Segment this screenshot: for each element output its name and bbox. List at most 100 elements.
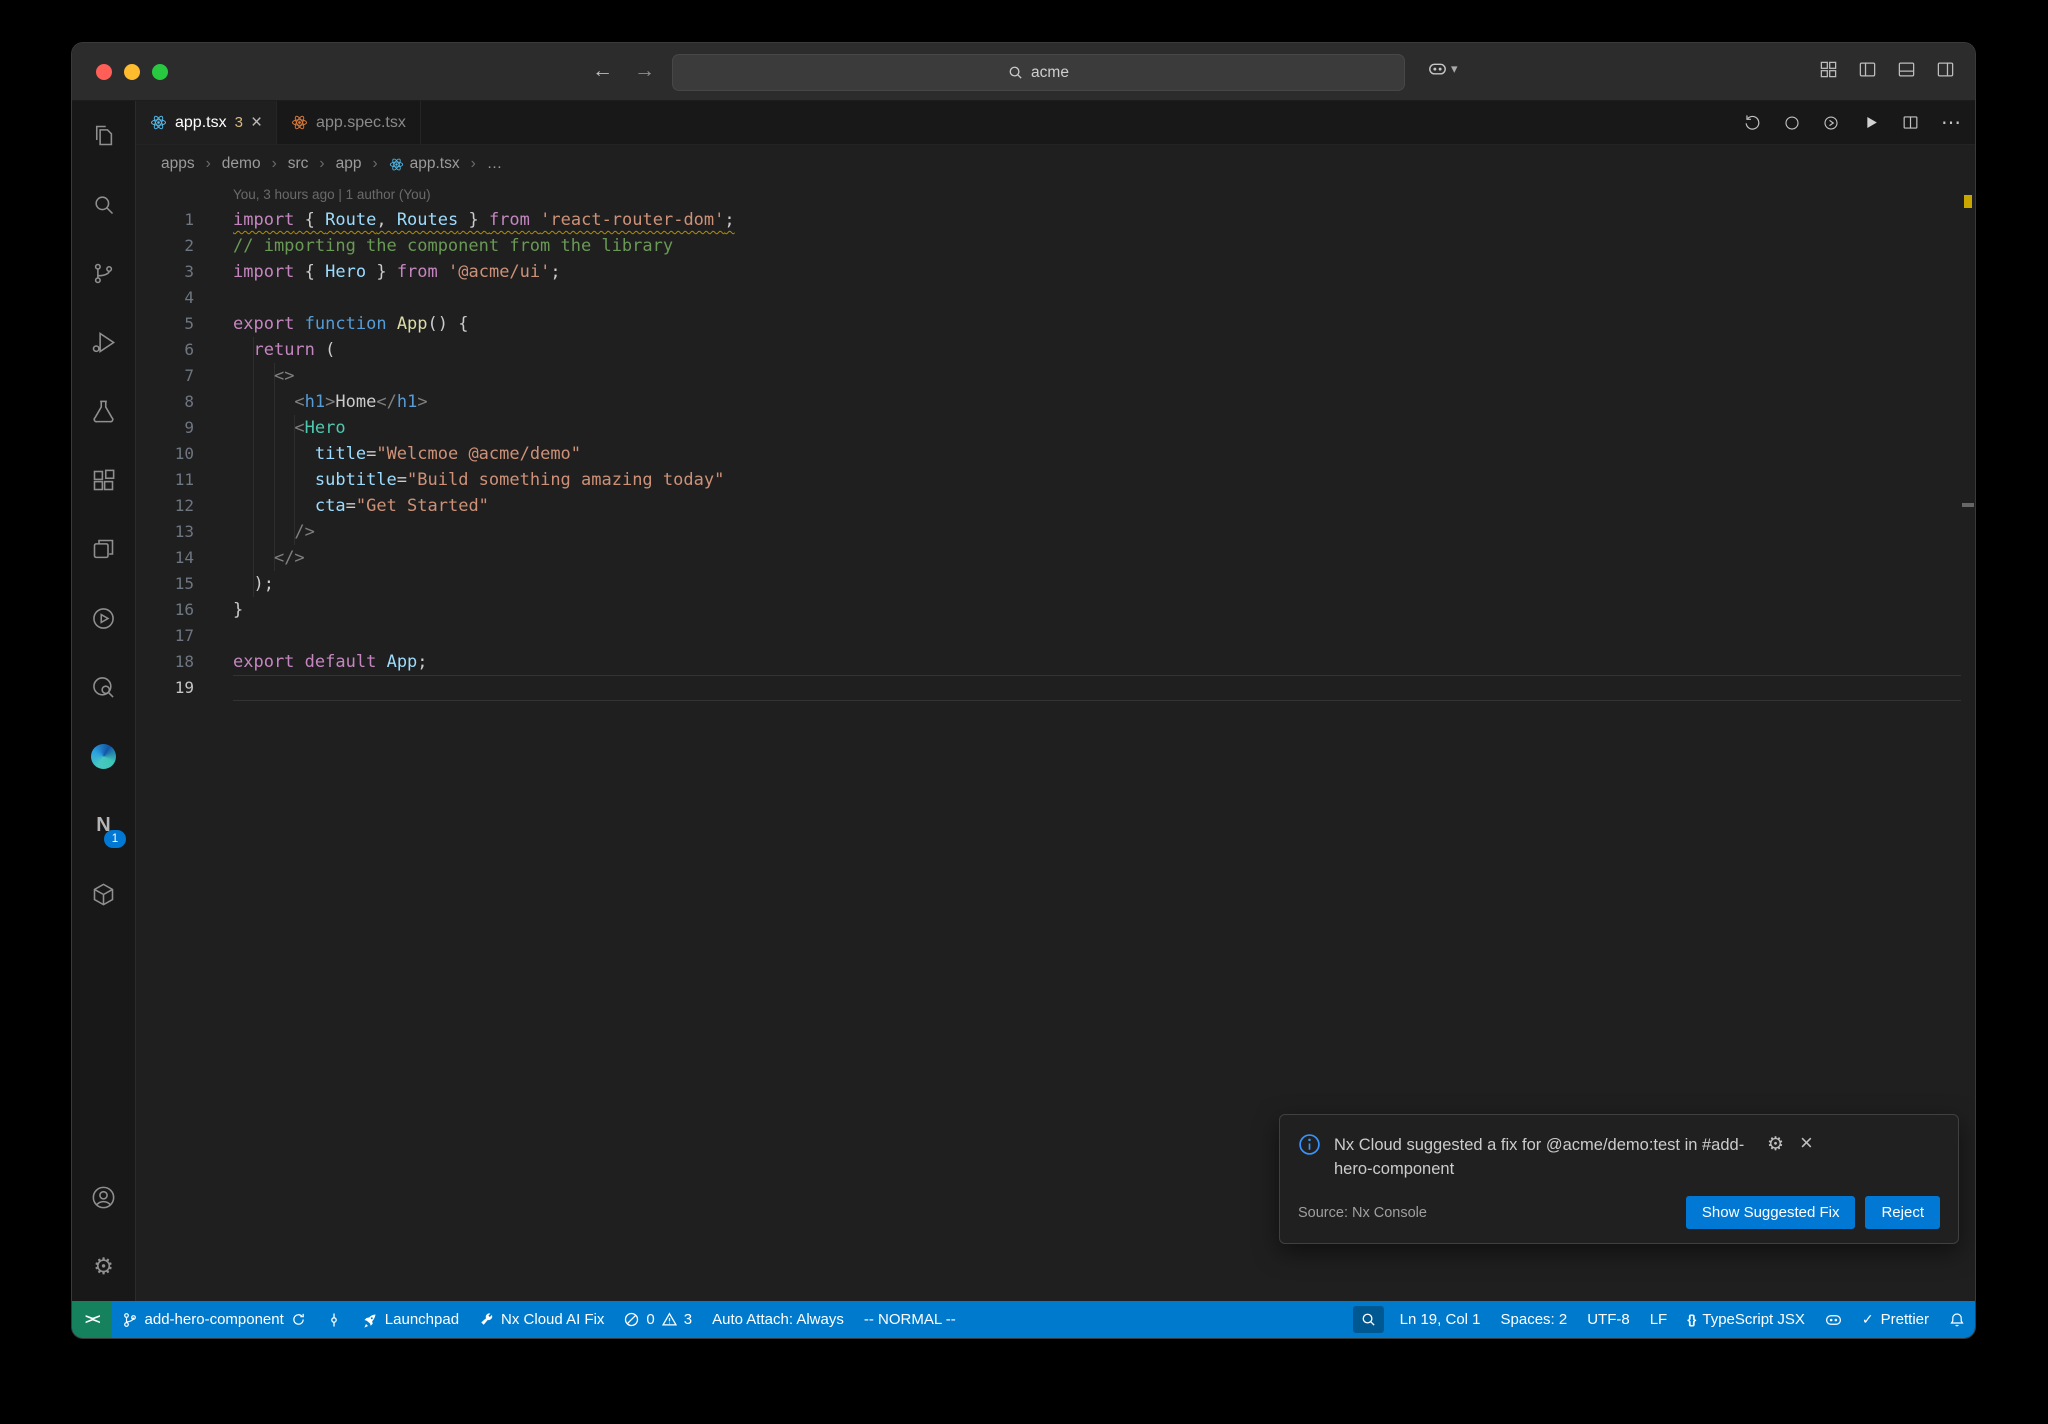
code-line[interactable]: 17 (136, 623, 1975, 649)
tab-app-tsx[interactable]: app.tsx 3 (136, 101, 278, 144)
sidebar-item-testing[interactable] (72, 377, 135, 446)
explorer-icon (95, 125, 113, 146)
launchpad-status-item[interactable]: Launchpad (352, 1301, 469, 1338)
error-count: 0 (646, 1311, 655, 1328)
code-text: import { Route, Routes } from 'react-rou… (233, 210, 735, 230)
eol-status-item[interactable]: LF (1640, 1301, 1678, 1338)
toggle-secondary-sidebar-icon[interactable] (1936, 60, 1955, 79)
sidebar-item-extensions[interactable] (72, 446, 135, 515)
notification-source: Source: Nx Console (1298, 1204, 1427, 1221)
code-line[interactable]: 4 (136, 285, 1975, 311)
sidebar-item-remote-explorer[interactable] (72, 515, 135, 584)
encoding-status-item[interactable]: UTF-8 (1577, 1301, 1640, 1338)
code-line[interactable]: 6 return ( (136, 337, 1975, 363)
code-line[interactable]: 7 <> (136, 363, 1975, 389)
code-line[interactable]: 5 export function App() { (136, 311, 1975, 337)
vim-mode-status-item[interactable]: -- NORMAL -- (854, 1301, 966, 1338)
copilot-menu[interactable] (1428, 59, 1458, 78)
show-suggested-fix-button[interactable]: Show Suggested Fix (1685, 1196, 1856, 1229)
code-text: cta="Get Started" (314, 496, 489, 516)
code-line[interactable]: 14 </> (136, 545, 1975, 571)
sidebar-item-explorer[interactable] (72, 101, 135, 170)
sidebar-item-nx-console[interactable]: N 1 (72, 791, 135, 860)
line-number: 14 (174, 548, 194, 567)
sidebar-item-account[interactable] (72, 1163, 135, 1232)
navigate-forward-icon[interactable] (634, 57, 655, 85)
remote-indicator[interactable] (72, 1301, 112, 1338)
line-number: 3 (184, 262, 194, 281)
sidebar-item-edge-tools[interactable] (72, 722, 135, 791)
language-mode-status-item[interactable]: TypeScript JSX (1677, 1301, 1815, 1338)
code-line[interactable]: 15 ); (136, 571, 1975, 597)
react-file-icon (389, 158, 403, 170)
breadcrumb-item[interactable]: src (288, 155, 309, 173)
reject-button[interactable]: Reject (1865, 1196, 1940, 1229)
code-line[interactable]: 19 (136, 675, 1975, 701)
code-line[interactable]: 3 import { Hero } from '@acme/ui'; (136, 259, 1975, 285)
breadcrumb-item[interactable]: apps (161, 155, 195, 173)
sidebar-item-inspect[interactable] (72, 653, 135, 722)
breadcrumb-file[interactable]: app.tsx (389, 155, 460, 173)
code-line[interactable]: 8 <h1>Home</h1> (136, 389, 1975, 415)
rocket-icon (364, 1314, 376, 1328)
breadcrumb-item[interactable]: demo (222, 155, 261, 173)
customize-layout-icon[interactable] (1819, 60, 1838, 79)
split-editor-icon[interactable] (1901, 113, 1920, 132)
line-number: 7 (184, 366, 194, 385)
toggle-primary-sidebar-icon[interactable] (1858, 60, 1877, 79)
code-line[interactable]: 1 import { Route, Routes } from 'react-ro… (136, 207, 1975, 233)
code-line[interactable]: 11 subtitle="Build something amazing tod… (136, 467, 1975, 493)
sidebar-item-run-circle[interactable] (72, 584, 135, 653)
code-line[interactable]: 9 <Hero (136, 415, 1975, 441)
circle-arrow-icon[interactable] (1822, 114, 1840, 132)
branch-status-item[interactable]: add-hero-component (112, 1301, 316, 1338)
close-tab-icon[interactable] (251, 112, 262, 134)
titlebar: acme (72, 43, 1975, 101)
zoom-window-button[interactable] (152, 64, 168, 80)
notification-settings-icon[interactable] (1767, 1133, 1784, 1156)
sidebar-item-settings[interactable] (72, 1232, 135, 1301)
nx-cloud-fix-status-item[interactable]: Nx Cloud AI Fix (469, 1301, 614, 1338)
indentation-status-item[interactable]: Spaces: 2 (1491, 1301, 1578, 1338)
extensions-icon (93, 469, 115, 491)
zoom-status-item[interactable] (1352, 1306, 1384, 1333)
circle-outline-icon[interactable] (1783, 114, 1801, 132)
code-lines: 1 import { Route, Routes } from 'react-ro… (136, 207, 1975, 701)
code-line[interactable]: 13 /> (136, 519, 1975, 545)
more-actions-icon[interactable] (1941, 110, 1961, 135)
toggle-panel-icon[interactable] (1897, 60, 1916, 79)
code-line[interactable]: 18 export default App; (136, 649, 1975, 675)
gitlens-status-item[interactable] (316, 1301, 352, 1338)
breadcrumb-item[interactable]: app (336, 155, 362, 173)
nx-badge: 1 (104, 830, 126, 848)
code-line[interactable]: 12 cta="Get Started" (136, 493, 1975, 519)
minimize-window-button[interactable] (124, 64, 140, 80)
undo-last-icon[interactable] (1743, 113, 1762, 132)
navigate-back-icon[interactable] (592, 57, 613, 85)
code-line[interactable]: 2 // importing the component from the lib… (136, 233, 1975, 259)
cursor-position-status-item[interactable]: Ln 19, Col 1 (1390, 1301, 1491, 1338)
line-number: 12 (174, 496, 194, 515)
breadcrumb-item[interactable]: … (487, 155, 503, 173)
sidebar-item-search[interactable] (72, 170, 135, 239)
braces-icon (1687, 1311, 1695, 1328)
copilot-status-item[interactable] (1815, 1301, 1852, 1338)
code-line[interactable]: 16} (136, 597, 1975, 623)
problems-status-item[interactable]: 0 3 (614, 1301, 702, 1338)
run-file-icon[interactable] (1861, 113, 1880, 132)
tab-app-spec-tsx[interactable]: app.spec.tsx (277, 101, 421, 144)
close-window-button[interactable] (96, 64, 112, 80)
formatter-status-item[interactable]: Prettier (1852, 1301, 1939, 1338)
editor-scrollbar[interactable] (1961, 183, 1975, 1301)
line-number: 17 (174, 626, 194, 645)
notification-close-icon[interactable] (1800, 1134, 1813, 1155)
command-center-search[interactable]: acme (672, 54, 1405, 91)
sidebar-item-package[interactable] (72, 860, 135, 929)
notifications-bell-item[interactable] (1939, 1301, 1975, 1338)
indent-guide (253, 337, 254, 597)
auto-attach-status-item[interactable]: Auto Attach: Always (702, 1301, 854, 1338)
sidebar-item-run-debug[interactable] (72, 308, 135, 377)
sidebar-item-source-control[interactable] (72, 239, 135, 308)
code-line[interactable]: 10 title="Welcmoe @acme/demo" (136, 441, 1975, 467)
